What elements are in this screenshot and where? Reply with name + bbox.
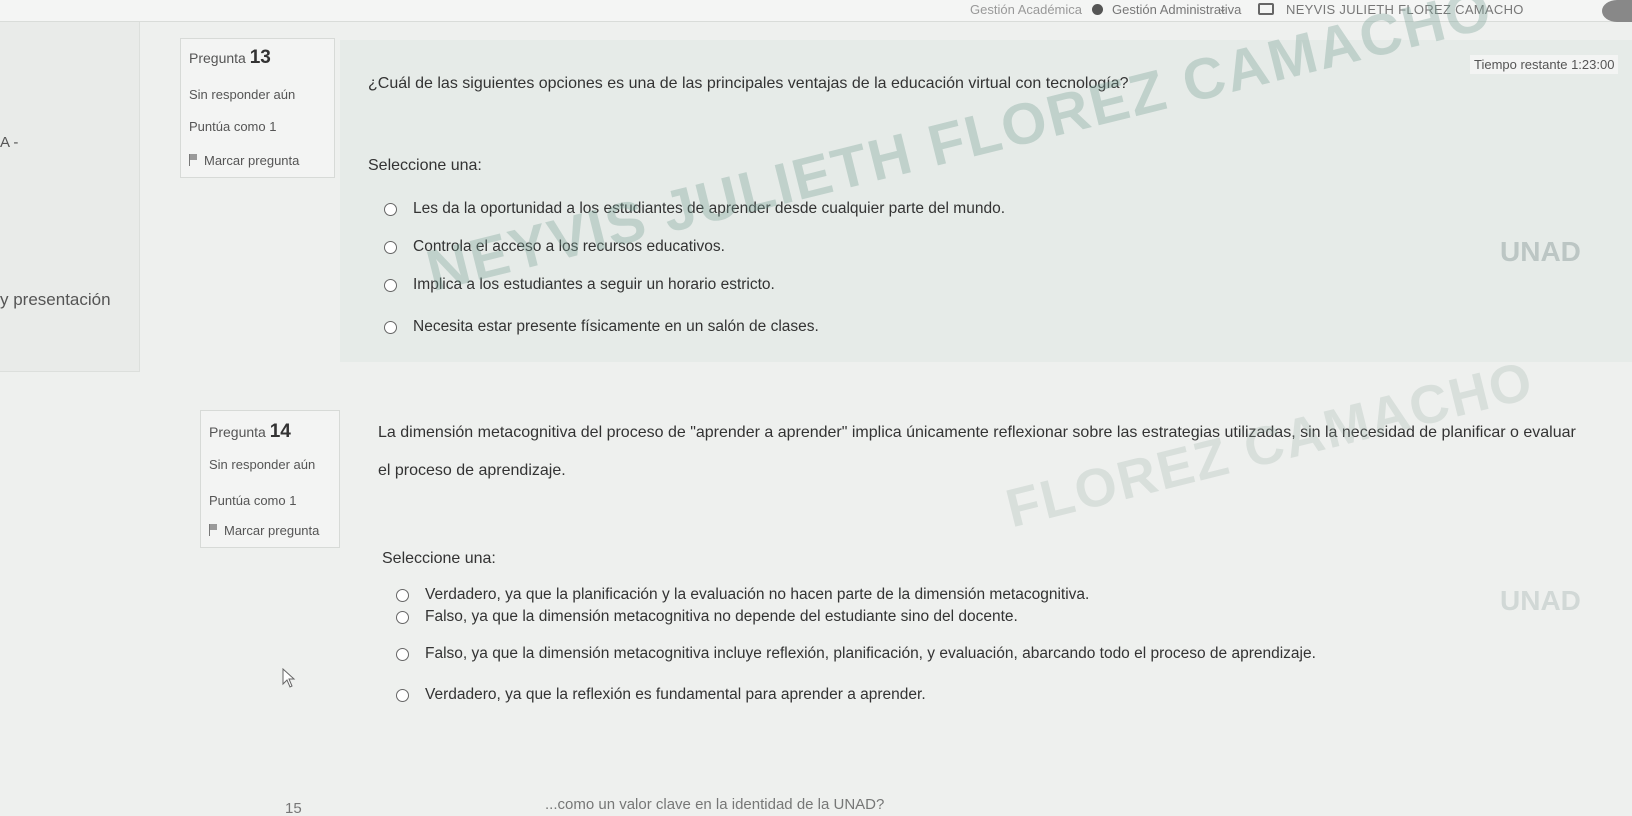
question-14-label: Pregunta 14 [209, 421, 291, 442]
question-14-option-2[interactable]: Falso, ya que la dimensión metacognitiva… [396, 608, 1018, 626]
question-13-option-3[interactable]: Implica a los estudiantes a seguir un ho… [384, 276, 775, 294]
question-13-label: Pregunta 13 [189, 47, 271, 68]
question-13-status: Sin responder aún [189, 87, 296, 102]
question-13-number: 13 [249, 47, 271, 68]
radio-button[interactable] [384, 278, 397, 292]
radio-button[interactable] [396, 688, 409, 702]
nav-gestion-academica[interactable]: Gestión Académica [970, 2, 1082, 17]
avatar[interactable] [1602, 0, 1632, 22]
left-panel-letter: A - [0, 134, 19, 151]
user-name[interactable]: NEYVIS JULIETH FLOREZ CAMACHO [1286, 2, 1524, 17]
mouse-pointer-icon [282, 668, 296, 688]
admin-icon [1092, 4, 1103, 15]
left-side-panel [0, 22, 140, 372]
unad-logo: UNAD [1500, 585, 1581, 616]
next-question-text: ...como un valor clave en la identidad d… [545, 796, 885, 813]
radio-button[interactable] [384, 202, 397, 216]
question-13-flag-button[interactable]: Marcar pregunta [189, 153, 299, 168]
question-13-option-4[interactable]: Necesita estar presente físicamente en u… [384, 318, 819, 336]
question-14-flag-button[interactable]: Marcar pregunta [209, 523, 319, 538]
question-14-option-3[interactable]: Falso, ya que la dimensión metacognitiva… [396, 645, 1316, 663]
question-13-option-2[interactable]: Controla el acceso a los recursos educat… [384, 238, 725, 256]
time-remaining: Tiempo restante 1:23:00 [1470, 55, 1619, 74]
watermark-name-2: FLOREZ CAMACHO [1000, 350, 1540, 540]
question-14-select-label: Seleccione una: [382, 550, 496, 567]
question-13-points: Puntúa como 1 [189, 119, 277, 134]
question-13-select-label: Seleccione una: [368, 157, 482, 174]
timer-value: 1:23:00 [1571, 57, 1615, 72]
question-14-number: 14 [269, 421, 291, 442]
radio-button[interactable] [384, 320, 397, 334]
question-13-option-1[interactable]: Les da la oportunidad a los estudiantes … [384, 200, 1005, 218]
question-13-info: Pregunta 13 Sin responder aún Puntúa com… [180, 38, 335, 178]
radio-button[interactable] [396, 588, 409, 602]
question-14-status: Sin responder aún [209, 457, 316, 472]
user-card-icon [1258, 3, 1274, 15]
radio-button[interactable] [396, 610, 409, 624]
question-14-text-line1: La dimensión metacognitiva del proceso d… [378, 424, 1576, 441]
next-question-number: 15 [285, 800, 302, 816]
top-navigation-bar: Gestión Académica Gestión Administrativa… [0, 0, 1632, 22]
question-13-text: ¿Cuál de las siguientes opciones es una … [368, 75, 1129, 92]
flag-icon [209, 524, 218, 536]
question-14-points: Puntúa como 1 [209, 493, 297, 508]
question-14-text-line2: el proceso de aprendizaje. [378, 462, 566, 479]
question-14-option-4[interactable]: Verdadero, ya que la reflexión es fundam… [396, 686, 926, 704]
unad-logo: UNAD [1500, 236, 1581, 267]
question-14-option-1[interactable]: Verdadero, ya que la planificación y la … [396, 586, 1089, 604]
question-14-info: Pregunta 14 Sin responder aún Puntúa com… [200, 410, 340, 548]
chevron-down-icon[interactable]: ⌄ [1218, 2, 1227, 15]
left-panel-presentacion[interactable]: y presentación [0, 290, 111, 310]
radio-button[interactable] [384, 240, 397, 254]
radio-button[interactable] [396, 647, 409, 661]
flag-icon [189, 154, 198, 166]
